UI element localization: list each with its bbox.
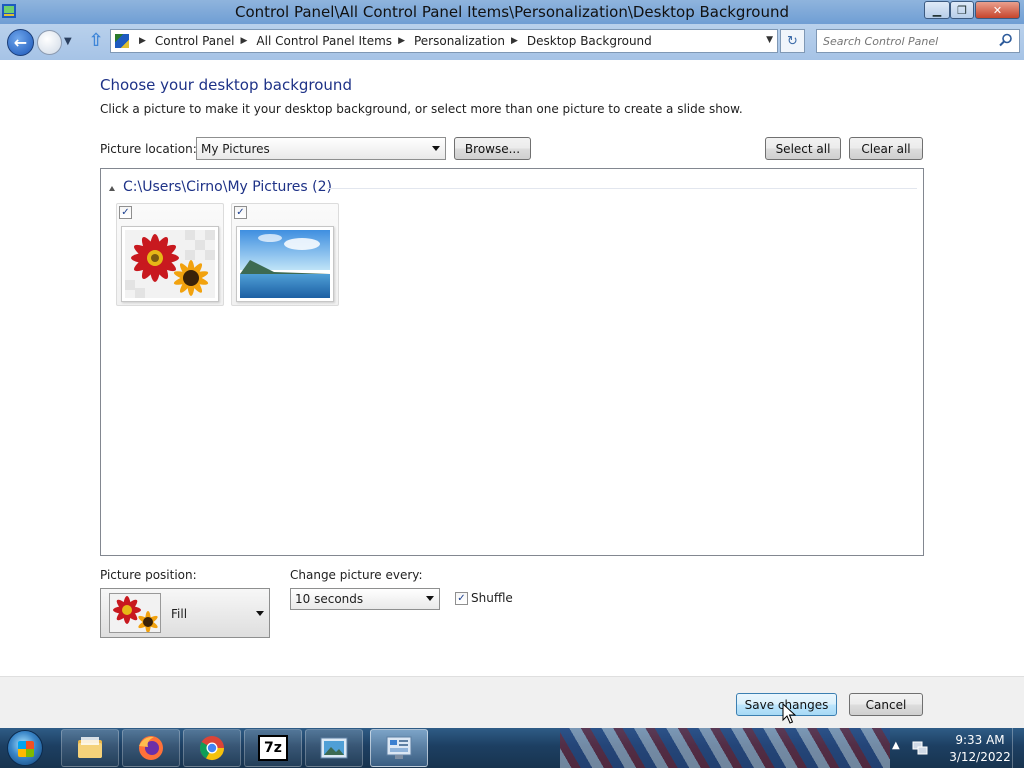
windows-logo-icon xyxy=(7,730,43,766)
breadcrumb-item[interactable]: Control Panel xyxy=(155,34,235,48)
breadcrumb-item[interactable]: Personalization xyxy=(414,34,505,48)
clock-date[interactable]: 3/12/2022 xyxy=(944,750,1016,764)
breadcrumb[interactable]: ▶ Control Panel ▶ All Control Panel Item… xyxy=(110,29,778,53)
chevron-down-icon xyxy=(426,596,434,601)
firefox-icon xyxy=(139,736,163,760)
taskbar-photo-viewer[interactable] xyxy=(305,729,363,767)
window-title: Control Panel\All Control Panel Items\Pe… xyxy=(234,3,789,21)
breadcrumb-item[interactable]: All Control Panel Items xyxy=(256,34,392,48)
gallery-group-title: C:\Users\Cirno\My Pictures (2) xyxy=(123,179,332,195)
maximize-button[interactable]: ❐ xyxy=(950,1,974,19)
title-bar[interactable]: Control Panel\All Control Panel Items\Pe… xyxy=(0,0,1024,24)
picture-position-dropdown[interactable]: Fill xyxy=(100,588,270,638)
change-picture-label: Change picture every: xyxy=(290,568,423,582)
taskbar-control-panel[interactable] xyxy=(370,729,428,767)
photo-viewer-icon xyxy=(320,737,348,759)
recent-pages-dropdown[interactable]: ▼ xyxy=(64,36,72,47)
shuffle-label[interactable]: Shuffle xyxy=(471,591,513,605)
flowers-image xyxy=(125,230,215,298)
folder-icon xyxy=(78,737,102,758)
taskbar-7zip[interactable]: 7z xyxy=(244,729,302,767)
wallpaper-peek xyxy=(560,728,890,768)
landscape-image xyxy=(240,230,330,298)
picture-position-value: Fill xyxy=(171,607,188,621)
start-button[interactable] xyxy=(3,728,47,768)
gallery-group-header[interactable]: C:\Users\Cirno\My Pictures (2) xyxy=(109,179,332,195)
network-icon[interactable] xyxy=(912,740,928,756)
taskbar: 7z ▲ 9:33 AM 3/12/2022 xyxy=(0,728,1024,768)
select-all-button[interactable]: Select all xyxy=(765,137,841,160)
taskbar-firefox[interactable] xyxy=(122,729,180,767)
picture-location-value: My Pictures xyxy=(201,141,270,156)
breadcrumb-item[interactable]: Desktop Background xyxy=(527,34,652,48)
clock-time[interactable]: 9:33 AM xyxy=(944,733,1016,747)
close-button[interactable]: ✕ xyxy=(975,1,1020,19)
taskbar-chrome[interactable] xyxy=(183,729,241,767)
chevron-down-icon xyxy=(256,611,264,616)
chevron-down-icon xyxy=(432,145,440,151)
arrow-left-icon: ← xyxy=(13,33,28,52)
notification-area: ▲ 9:33 AM 3/12/2022 xyxy=(884,728,1024,768)
7zip-icon: 7z xyxy=(258,735,288,761)
collapse-icon[interactable] xyxy=(109,185,115,191)
chrome-icon xyxy=(199,736,224,761)
forward-button[interactable] xyxy=(37,30,62,55)
refresh-button[interactable]: ↻ xyxy=(780,29,805,53)
picture-location-dropdown[interactable]: My Pictures xyxy=(196,137,446,160)
address-toolbar: ← ▼ ⇧ ▶ Control Panel ▶ All Control Pane… xyxy=(0,24,1024,60)
group-divider xyxy=(327,188,917,189)
picture-checkbox[interactable]: ✓ xyxy=(119,206,132,219)
back-button[interactable]: ← xyxy=(7,29,34,56)
picture-position-label: Picture position: xyxy=(100,568,197,582)
change-picture-interval-value: 10 seconds xyxy=(295,592,364,606)
position-preview xyxy=(109,593,161,633)
address-history-dropdown[interactable]: ▼ xyxy=(766,35,773,45)
chevron-right-icon[interactable]: ▶ xyxy=(398,36,405,46)
chevron-right-icon[interactable]: ▶ xyxy=(241,36,248,46)
arrow-up-icon: ⇧ xyxy=(88,30,104,51)
picture-location-label: Picture location: xyxy=(100,142,197,156)
main-content: Choose your desktop background Click a p… xyxy=(0,60,1024,676)
browse-button[interactable]: Browse... xyxy=(454,137,531,160)
page-title: Choose your desktop background xyxy=(100,76,352,94)
flowers-image xyxy=(110,594,160,632)
flowers-thumbnail[interactable] xyxy=(121,226,219,302)
control-panel-icon xyxy=(115,34,129,48)
dialog-footer: Save changes Cancel xyxy=(0,676,1024,728)
page-description: Click a picture to make it your desktop … xyxy=(100,102,743,116)
chevron-right-icon[interactable]: ▶ xyxy=(139,36,146,46)
clear-all-button[interactable]: Clear all xyxy=(849,137,923,160)
refresh-icon: ↻ xyxy=(787,33,798,49)
picture-gallery[interactable]: C:\Users\Cirno\My Pictures (2) ✓ ✓ xyxy=(100,168,924,556)
taskbar-explorer[interactable] xyxy=(61,729,119,767)
change-picture-interval-dropdown[interactable]: 10 seconds xyxy=(290,588,440,610)
picture-tile-flowers[interactable]: ✓ xyxy=(116,203,224,306)
minimize-button[interactable]: ▁ xyxy=(924,1,950,19)
picture-tile-landscape[interactable]: ✓ xyxy=(231,203,339,306)
search-box[interactable] xyxy=(816,29,1020,53)
show-desktop-button[interactable] xyxy=(1012,728,1024,768)
chevron-right-icon[interactable]: ▶ xyxy=(511,36,518,46)
cancel-button[interactable]: Cancel xyxy=(849,693,923,716)
up-button[interactable]: ⇧ xyxy=(87,32,105,52)
shuffle-checkbox[interactable]: ✓ xyxy=(455,592,468,605)
landscape-thumbnail[interactable] xyxy=(236,226,334,302)
search-icon[interactable] xyxy=(999,33,1013,47)
show-hidden-icons-button[interactable]: ▲ xyxy=(892,740,900,751)
mouse-cursor-icon xyxy=(782,703,796,724)
search-input[interactable] xyxy=(823,31,993,51)
picture-checkbox[interactable]: ✓ xyxy=(234,206,247,219)
control-panel-icon xyxy=(386,736,412,759)
